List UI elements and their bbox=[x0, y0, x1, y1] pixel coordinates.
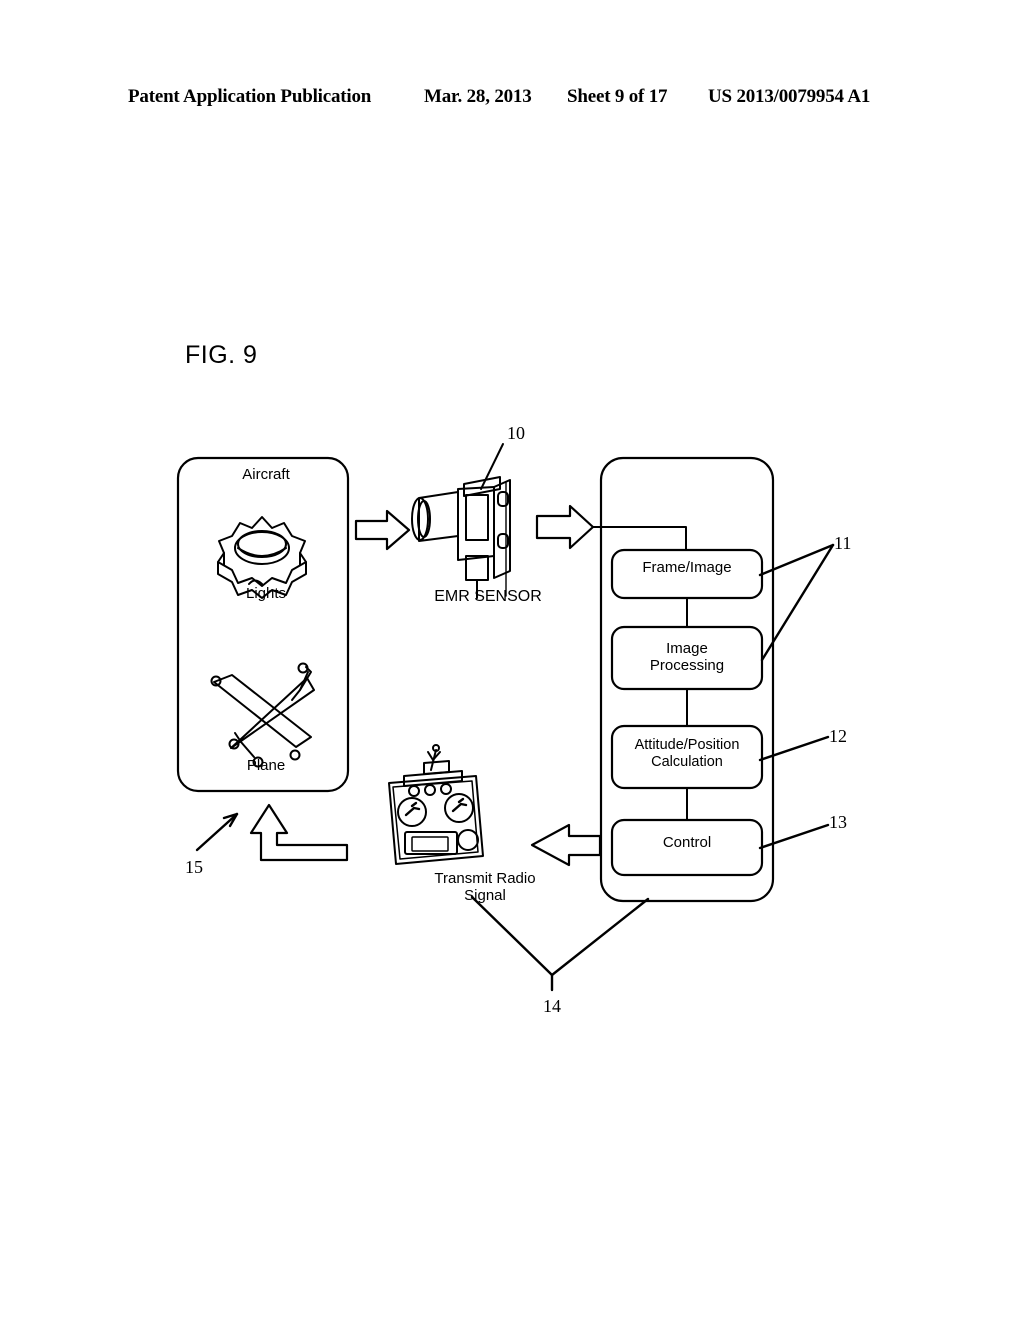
reference-numeral-13: 13 bbox=[829, 812, 847, 832]
reference-numeral-15: 15 bbox=[185, 857, 203, 877]
process-block-label-attitude-position: Attitude/Position Calculation bbox=[634, 737, 740, 770]
arrow-aircraft-to-sensor bbox=[354, 509, 411, 551]
lights-label: Lights bbox=[245, 585, 287, 602]
plane-label: Plane bbox=[246, 757, 286, 774]
process-block-label-frame-image: Frame/Image bbox=[642, 559, 732, 576]
arrow-sensor-to-processor bbox=[535, 504, 595, 550]
reference-numeral-11: 11 bbox=[834, 533, 852, 553]
leader-11-upper bbox=[758, 543, 835, 577]
leader-12 bbox=[758, 735, 830, 762]
plane-icon bbox=[210, 662, 315, 768]
transmit-radio-signal-label: Transmit Radio Signal bbox=[434, 870, 536, 905]
aircraft-box bbox=[176, 456, 350, 793]
arrow-processor-to-transmitter bbox=[530, 823, 602, 867]
aircraft-box-title: Aircraft bbox=[242, 466, 290, 483]
arrow-feedback-to-aircraft bbox=[249, 803, 349, 862]
process-block-label-control: Control bbox=[662, 834, 712, 851]
figure-9-diagram bbox=[176, 443, 835, 992]
leader-15 bbox=[195, 812, 239, 852]
transmitter-icon bbox=[388, 744, 484, 865]
reference-numeral-14: 14 bbox=[543, 996, 561, 1016]
leader-14-right bbox=[550, 897, 650, 977]
emr-sensor-icon bbox=[411, 476, 511, 599]
reference-numeral-10: 10 bbox=[507, 423, 525, 443]
process-block-label-image-processing: Image Processing bbox=[649, 640, 725, 675]
leader-14-left bbox=[470, 895, 554, 977]
leader-13 bbox=[758, 823, 830, 850]
connector-sensor-to-frame bbox=[592, 526, 687, 551]
emr-sensor-label: EMR SENSOR bbox=[434, 588, 542, 605]
reference-numeral-12: 12 bbox=[829, 726, 847, 746]
